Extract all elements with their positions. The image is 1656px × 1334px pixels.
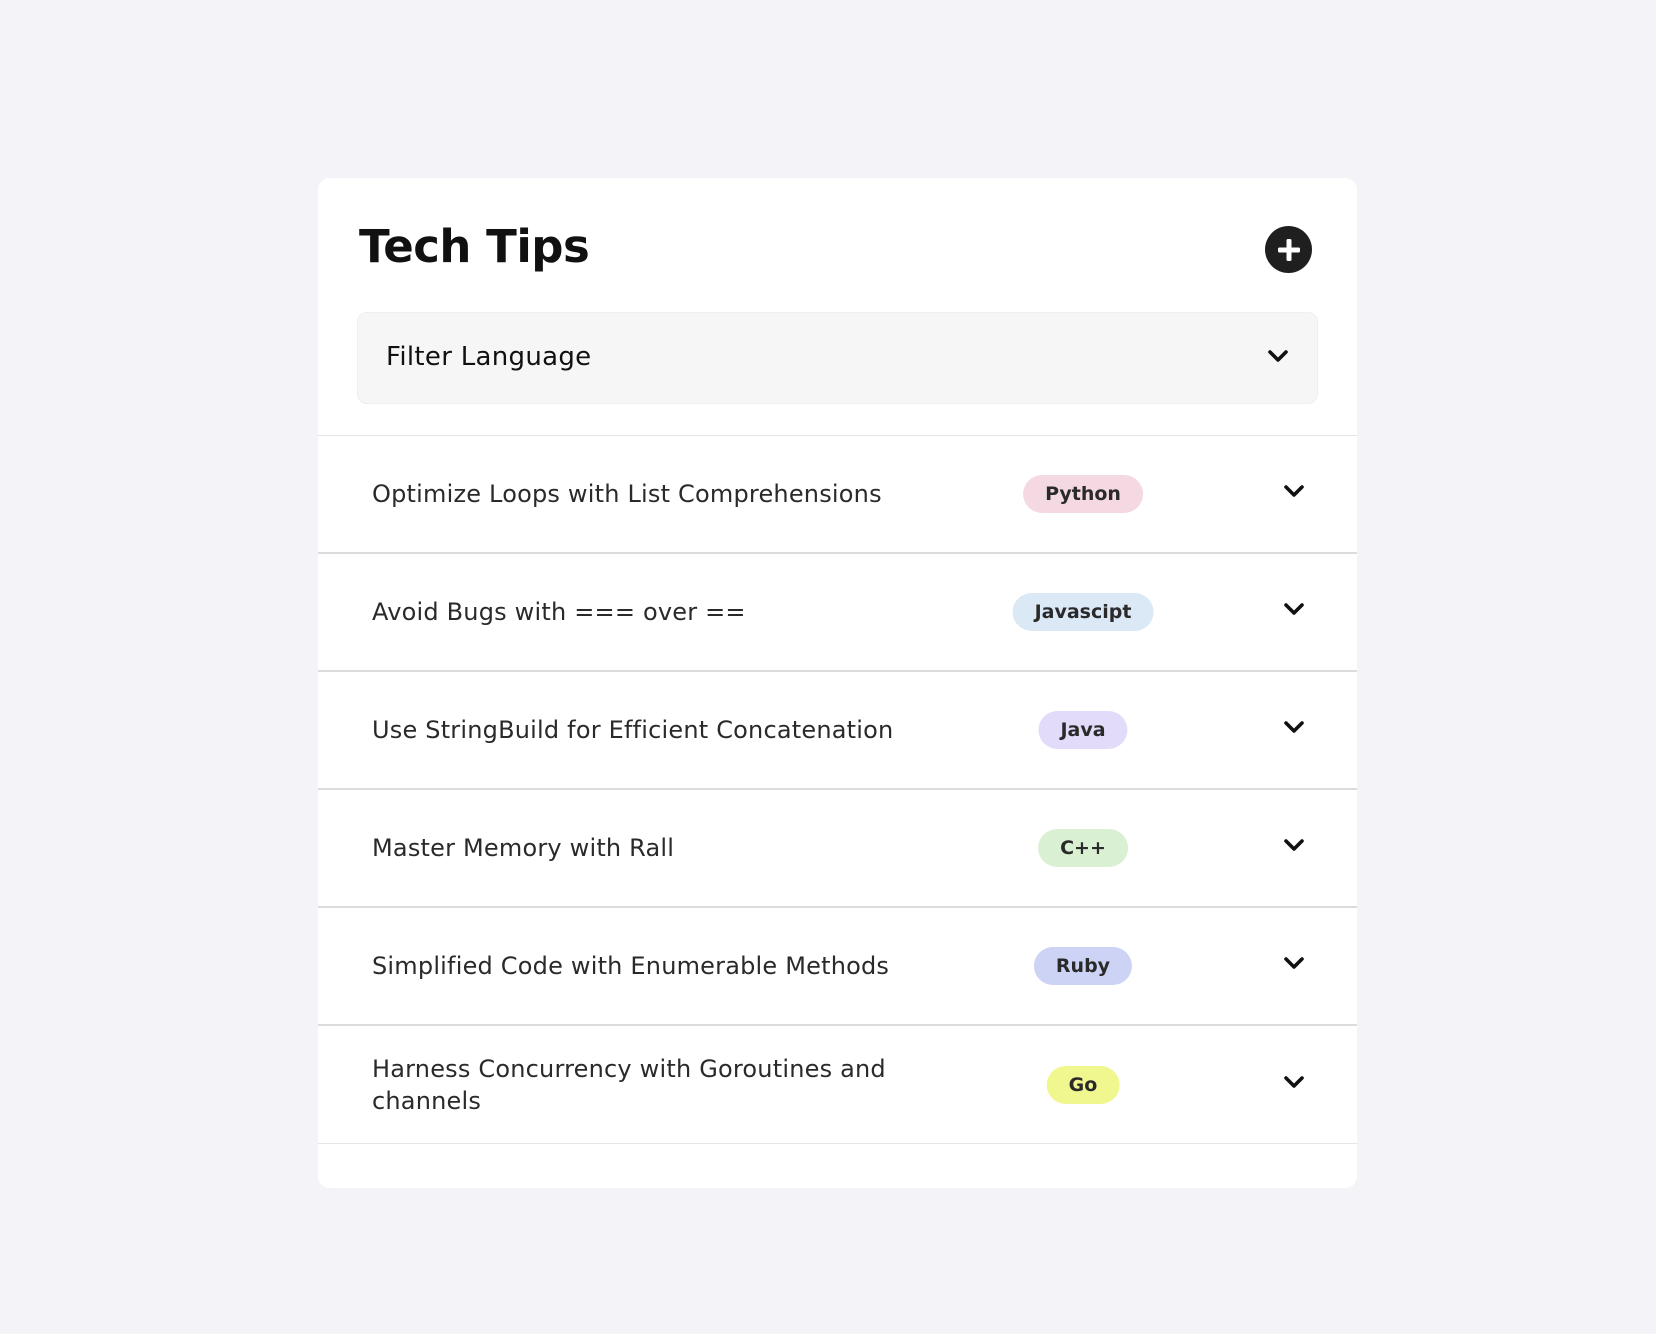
chevron-down-icon[interactable] bbox=[1283, 1075, 1305, 1095]
language-badge: Java bbox=[1038, 711, 1128, 749]
filter-language-label: Filter Language bbox=[386, 342, 592, 372]
page-title: Tech Tips bbox=[359, 220, 590, 273]
tip-title: Avoid Bugs with === over == bbox=[372, 598, 746, 626]
tip-title: Optimize Loops with List Comprehensions bbox=[372, 480, 882, 508]
chevron-down-icon bbox=[1267, 349, 1289, 369]
language-badge: Python bbox=[1023, 475, 1143, 513]
tip-row-4[interactable]: Master Memory with Rall C++ bbox=[318, 790, 1357, 908]
chevron-down-icon[interactable] bbox=[1283, 956, 1305, 976]
language-badge: Go bbox=[1046, 1065, 1120, 1104]
tech-tips-card: Tech Tips Filter Language Optimize Loops… bbox=[318, 178, 1357, 1188]
tip-row-5[interactable]: Simplified Code with Enumerable Methods … bbox=[318, 908, 1357, 1026]
tip-title: Simplified Code with Enumerable Methods bbox=[372, 952, 890, 980]
tip-row-2[interactable]: Avoid Bugs with === over == Javascipt bbox=[318, 554, 1357, 672]
chevron-down-icon[interactable] bbox=[1283, 484, 1305, 504]
tips-list: Optimize Loops with List Comprehensions … bbox=[318, 435, 1357, 1144]
chevron-down-icon[interactable] bbox=[1283, 838, 1305, 858]
add-tip-button[interactable] bbox=[1265, 226, 1312, 273]
language-badge: Ruby bbox=[1033, 947, 1133, 985]
language-badge: Javascipt bbox=[1012, 593, 1154, 631]
language-badge: C++ bbox=[1038, 829, 1128, 867]
plus-icon bbox=[1277, 238, 1300, 261]
tip-row-6[interactable]: Harness Concurrency with Goroutines and … bbox=[318, 1026, 1357, 1144]
tip-title: Master Memory with Rall bbox=[372, 834, 675, 862]
tip-title: Use StringBuild for Efficient Concatenat… bbox=[372, 716, 894, 744]
tip-title: Harness Concurrency with Goroutines and … bbox=[372, 1054, 886, 1115]
chevron-down-icon[interactable] bbox=[1283, 602, 1305, 622]
tip-row-1[interactable]: Optimize Loops with List Comprehensions … bbox=[318, 436, 1357, 554]
card-header: Tech Tips bbox=[359, 218, 1312, 288]
tip-row-3[interactable]: Use StringBuild for Efficient Concatenat… bbox=[318, 672, 1357, 790]
filter-language-select[interactable]: Filter Language bbox=[357, 312, 1318, 404]
chevron-down-icon[interactable] bbox=[1283, 720, 1305, 740]
